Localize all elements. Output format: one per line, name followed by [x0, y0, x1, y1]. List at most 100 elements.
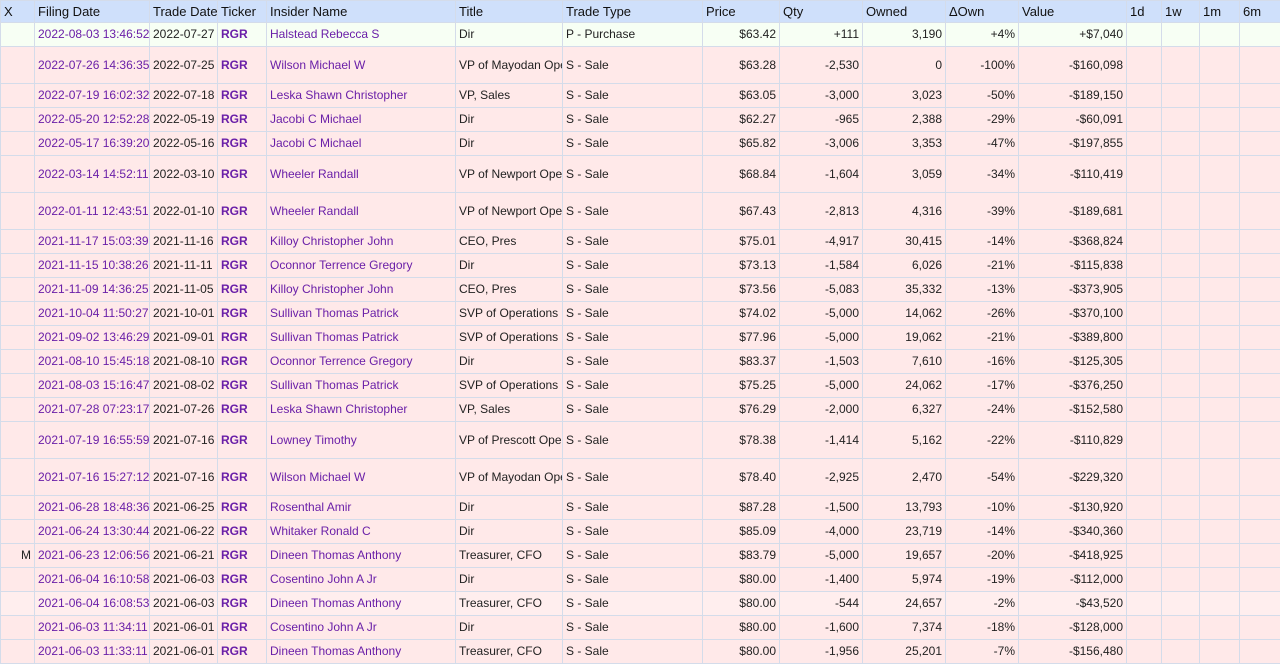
column-header-trade-date[interactable]: Trade Date	[149, 0, 218, 23]
filing-date-link[interactable]: 2021-07-16 15:27:12	[38, 470, 149, 484]
table-row: M 2021-06-23 12:06:56 2021-06-21 RGR Dineen …	[0, 543, 1280, 568]
insider-name-link[interactable]: Sullivan Thomas Patrick	[270, 378, 399, 392]
ticker-link[interactable]: RGR	[221, 27, 248, 41]
column-header-1d[interactable]: 1d	[1126, 0, 1162, 23]
filing-date-link[interactable]: 2021-11-09 14:36:25	[38, 282, 149, 296]
insider-name-link[interactable]: Dineen Thomas Anthony	[270, 596, 401, 610]
insider-name-link[interactable]: Rosenthal Amir	[270, 500, 351, 514]
ticker-link[interactable]: RGR	[221, 354, 248, 368]
filing-date-link[interactable]: 2021-06-28 18:48:36	[38, 500, 149, 514]
filing-date-link[interactable]: 2021-10-04 11:50:27	[38, 306, 149, 320]
ticker-link[interactable]: RGR	[221, 470, 248, 484]
ticker-link[interactable]: RGR	[221, 433, 248, 447]
column-header-6m[interactable]: 6m	[1239, 0, 1280, 23]
filing-date-link[interactable]: 2021-11-17 15:03:39	[38, 234, 149, 248]
filing-date-link[interactable]: 2022-07-26 14:36:35	[38, 58, 149, 72]
perf-6m	[1239, 107, 1280, 132]
amended-marker	[0, 107, 35, 132]
insider-name-link[interactable]: Oconnor Terrence Gregory	[270, 354, 413, 368]
perf-6m	[1239, 567, 1280, 592]
insider-name-link[interactable]: Dineen Thomas Anthony	[270, 548, 401, 562]
filing-date-link[interactable]: 2022-03-14 14:52:11	[38, 167, 149, 181]
ticker-link[interactable]: RGR	[221, 330, 248, 344]
column-header-insider-name[interactable]: Insider Name	[266, 0, 456, 23]
ticker-link[interactable]: RGR	[221, 136, 248, 150]
column-header-filing-date[interactable]: Filing Date	[34, 0, 150, 23]
insider-name-link[interactable]: Halstead Rebecca S	[270, 27, 379, 41]
ticker-link[interactable]: RGR	[221, 167, 248, 181]
perf-1m	[1199, 192, 1240, 230]
insider-name-link[interactable]: Killoy Christopher John	[270, 234, 393, 248]
column-header-title[interactable]: Title	[455, 0, 563, 23]
filing-date-link[interactable]: 2021-06-04 16:10:58	[38, 572, 149, 586]
trade-type: S - Sale	[562, 277, 703, 302]
insider-name-link[interactable]: Oconnor Terrence Gregory	[270, 258, 413, 272]
column-header-1m[interactable]: 1m	[1199, 0, 1240, 23]
ticker-link[interactable]: RGR	[221, 524, 248, 538]
trade-date: 2021-06-03	[149, 591, 218, 616]
ticker-link[interactable]: RGR	[221, 282, 248, 296]
ticker-link[interactable]: RGR	[221, 548, 248, 562]
filing-date-link[interactable]: 2021-07-28 07:23:17	[38, 402, 149, 416]
ticker-link[interactable]: RGR	[221, 204, 248, 218]
insider-name-link[interactable]: Wheeler Randall	[270, 204, 359, 218]
filing-date-link[interactable]: 2021-06-23 12:06:56	[38, 548, 149, 562]
filing-date-link[interactable]: 2022-01-11 12:43:51	[38, 204, 149, 218]
filing-date-link[interactable]: 2022-08-03 13:46:52	[38, 27, 149, 41]
insider-name-link[interactable]: Leska Shawn Christopher	[270, 402, 407, 416]
filing-date-link[interactable]: 2022-05-20 12:52:28	[38, 112, 149, 126]
insider-title: Treasurer, CFO	[455, 591, 563, 616]
column-header-owned[interactable]: Owned	[862, 0, 946, 23]
qty: -544	[779, 591, 863, 616]
insider-name-link[interactable]: Wheeler Randall	[270, 167, 359, 181]
insider-name-link[interactable]: Killoy Christopher John	[270, 282, 393, 296]
column-header-ticker[interactable]: Ticker	[217, 0, 267, 23]
ticker-link[interactable]: RGR	[221, 58, 248, 72]
insider-name-link[interactable]: Sullivan Thomas Patrick	[270, 330, 399, 344]
ticker-link[interactable]: RGR	[221, 378, 248, 392]
filing-date-link[interactable]: 2021-08-10 15:45:18	[38, 354, 149, 368]
ticker-link[interactable]: RGR	[221, 644, 248, 658]
insider-name-link[interactable]: Lowney Timothy	[270, 433, 357, 447]
filing-date-link[interactable]: 2022-07-19 16:02:32	[38, 88, 149, 102]
insider-name-link[interactable]: Leska Shawn Christopher	[270, 88, 407, 102]
insider-name-link[interactable]: Sullivan Thomas Patrick	[270, 306, 399, 320]
perf-1m	[1199, 495, 1240, 520]
column-header-x-col[interactable]: X	[0, 0, 35, 23]
filing-date-link[interactable]: 2021-11-15 10:38:26	[38, 258, 149, 272]
ticker-link[interactable]: RGR	[221, 112, 248, 126]
insider-name-link[interactable]: Whitaker Ronald C	[270, 524, 371, 538]
column-header-1w[interactable]: 1w	[1161, 0, 1200, 23]
insider-name-link[interactable]: Wilson Michael W	[270, 58, 365, 72]
insider-name-link[interactable]: Dineen Thomas Anthony	[270, 644, 401, 658]
column-header-delta-own[interactable]: ΔOwn	[945, 0, 1019, 23]
ticker-link[interactable]: RGR	[221, 500, 248, 514]
price: $73.13	[702, 253, 780, 278]
ticker-link[interactable]: RGR	[221, 234, 248, 248]
ticker-link[interactable]: RGR	[221, 306, 248, 320]
ticker-link[interactable]: RGR	[221, 88, 248, 102]
column-header-price[interactable]: Price	[702, 0, 780, 23]
column-header-value[interactable]: Value	[1018, 0, 1127, 23]
ticker-link[interactable]: RGR	[221, 620, 248, 634]
insider-name-link[interactable]: Cosentino John A Jr	[270, 620, 377, 634]
filing-date-link[interactable]: 2021-09-02 13:46:29	[38, 330, 149, 344]
filing-date-link[interactable]: 2021-08-03 15:16:47	[38, 378, 149, 392]
insider-name-link[interactable]: Jacobi C Michael	[270, 112, 361, 126]
insider-name-link[interactable]: Wilson Michael W	[270, 470, 365, 484]
ticker-link[interactable]: RGR	[221, 596, 248, 610]
filing-date-link[interactable]: 2022-05-17 16:39:20	[38, 136, 149, 150]
ticker-link[interactable]: RGR	[221, 572, 248, 586]
filing-date-link[interactable]: 2021-07-19 16:55:59	[38, 433, 149, 447]
filing-date-link[interactable]: 2021-06-04 16:08:53	[38, 596, 149, 610]
filing-date-link[interactable]: 2021-06-03 11:33:11	[38, 644, 148, 658]
insider-title: VP of Prescott Operations	[455, 421, 563, 459]
column-header-qty[interactable]: Qty	[779, 0, 863, 23]
insider-name-link[interactable]: Jacobi C Michael	[270, 136, 361, 150]
filing-date-link[interactable]: 2021-06-24 13:30:44	[38, 524, 149, 538]
ticker-link[interactable]: RGR	[221, 258, 248, 272]
insider-name-link[interactable]: Cosentino John A Jr	[270, 572, 377, 586]
filing-date-link[interactable]: 2021-06-03 11:34:11	[38, 620, 148, 634]
ticker-link[interactable]: RGR	[221, 402, 248, 416]
column-header-trade-type[interactable]: Trade Type	[562, 0, 703, 23]
